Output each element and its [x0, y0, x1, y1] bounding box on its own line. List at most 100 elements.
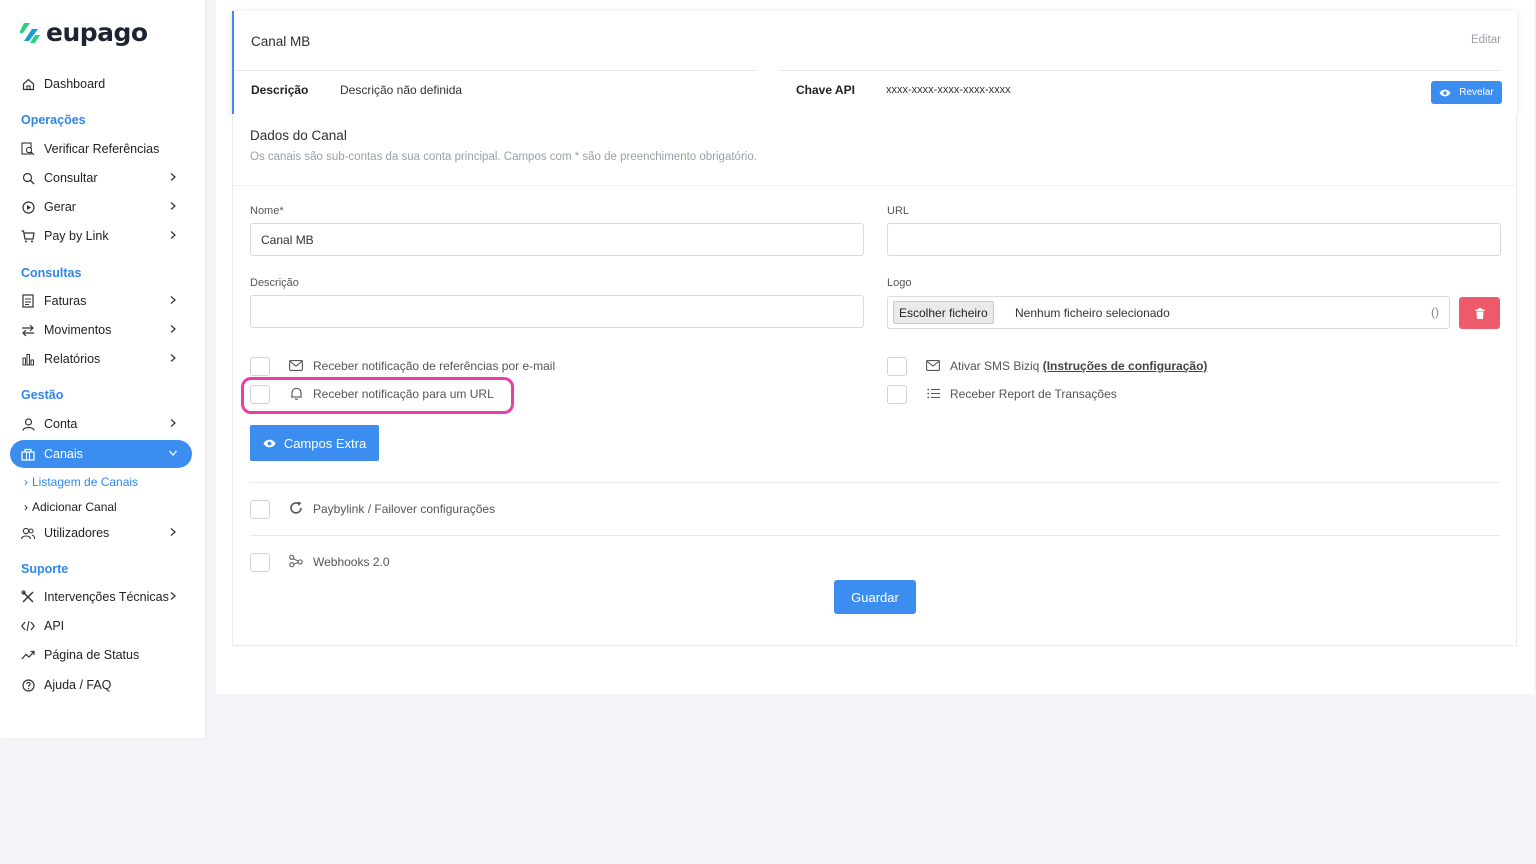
choose-file-button[interactable]: Escolher ficheiro [893, 301, 994, 324]
code-icon [21, 619, 35, 633]
webhooks-label: Webhooks 2.0 [313, 555, 390, 569]
failover-checkbox[interactable] [250, 500, 270, 519]
tools-icon [21, 590, 35, 604]
eye-icon [1439, 89, 1451, 96]
nav-consultar[interactable]: Consultar [10, 164, 192, 192]
nav-api-label: API [44, 619, 65, 633]
eupago-logo[interactable]: eupago [20, 18, 148, 47]
eye-icon [263, 439, 276, 447]
trash-icon [1475, 307, 1484, 319]
sms-biziq-text: Ativar SMS Biziq [950, 359, 1043, 373]
invoice-icon [21, 294, 35, 308]
sms-instructions-link[interactable]: (Instruções de configuração) [1043, 359, 1208, 373]
nav-intervencoes-tecnicas[interactable]: Intervenções Técnicas [10, 583, 192, 611]
storefront-icon [21, 447, 35, 461]
api-key-value: xxxx-xxxx-xxxx-xxxx-xxxx [886, 84, 1011, 96]
nav-gerar[interactable]: Gerar [10, 193, 192, 221]
section-operacoes: Operações [21, 113, 86, 127]
subnav-listagem-label: Listagem de Canais [32, 475, 139, 489]
name-input[interactable]: Canal MB [250, 223, 864, 256]
nav-relatorios[interactable]: Relatórios [10, 345, 192, 373]
nav-movimentos-label: Movimentos [44, 323, 112, 337]
nav-consultar-label: Consultar [44, 171, 98, 185]
chevron-right-icon [170, 202, 176, 210]
trending-up-icon [21, 648, 35, 662]
nav-conta[interactable]: Conta [10, 410, 192, 438]
nav-api[interactable]: API [10, 612, 192, 640]
sidebar: eupago Dashboard Operações Verificar Ref… [0, 0, 205, 738]
sms-biziq-checkbox[interactable] [887, 357, 907, 376]
eupago-logo-mark-icon [20, 22, 40, 43]
nav-intervencoes-label: Intervenções Técnicas [44, 590, 169, 604]
nav-canais[interactable]: Canais [10, 440, 192, 468]
nav-status-label: Página de Status [44, 648, 140, 662]
user-icon [21, 417, 35, 431]
save-button[interactable]: Guardar [834, 580, 916, 614]
channel-form-card: Dados do Canal Os canais são sub-contas … [232, 114, 1517, 646]
chevron-down-icon [169, 450, 177, 456]
help-circle-icon [21, 678, 35, 692]
description-field-label: Descrição [250, 277, 299, 289]
reveal-label: Revelar [1459, 87, 1494, 98]
extra-fields-label: Campos Extra [283, 435, 367, 451]
chevron-right-icon [170, 419, 176, 427]
divider [234, 70, 756, 71]
email-notification-checkbox[interactable] [250, 357, 270, 376]
name-label: Nome* [250, 205, 284, 217]
nav-faturas[interactable]: Faturas [10, 287, 192, 315]
extra-fields-button[interactable]: Campos Extra [250, 425, 379, 461]
reveal-api-key-button[interactable]: Revelar [1431, 81, 1502, 104]
nav-verificar-label: Verificar Referências [44, 142, 160, 156]
transfer-arrows-icon [21, 323, 35, 337]
subnav-listagem-canais[interactable]: › Listagem de Canais [24, 475, 138, 489]
description-label: Descrição [251, 83, 309, 97]
chevron-right-icon [170, 296, 176, 304]
nav-dashboard-label: Dashboard [44, 77, 106, 91]
highlight-annotation [241, 377, 514, 414]
form-title: Dados do Canal [250, 128, 347, 143]
search-icon [21, 171, 35, 185]
verify-search-icon [21, 142, 35, 156]
nav-utilizadores[interactable]: Utilizadores [10, 519, 192, 547]
description-input[interactable] [250, 295, 864, 328]
brand-name: eupago [46, 18, 148, 47]
divider [250, 535, 1500, 536]
home-icon [21, 77, 35, 91]
url-input[interactable] [887, 223, 1501, 256]
nav-ajuda-faq[interactable]: Ajuda / FAQ [10, 671, 192, 699]
webhooks-checkbox[interactable] [250, 553, 270, 572]
chevron-right-icon [170, 231, 176, 239]
nav-verificar-referencias[interactable]: Verificar Referências [10, 135, 192, 163]
chevron-right-icon [170, 354, 176, 362]
chevron-right-icon [170, 528, 176, 536]
mail-icon [289, 358, 303, 372]
divider [250, 482, 1500, 483]
logo-label: Logo [887, 277, 912, 289]
subnav-adicionar-canal[interactable]: › Adicionar Canal [24, 500, 117, 514]
channel-header-card: Canal MB Editar Descrição Descrição não … [232, 11, 1517, 114]
edit-link[interactable]: Editar [1471, 34, 1501, 46]
nav-pagina-status[interactable]: Página de Status [10, 641, 192, 669]
chevron-right-small-icon: › [24, 475, 28, 489]
list-icon [926, 386, 940, 400]
webhook-icon [289, 554, 303, 568]
transaction-report-checkbox[interactable] [887, 385, 907, 404]
failover-label: Paybylink / Failover configurações [313, 502, 496, 516]
play-circle-icon [21, 200, 35, 214]
divider [779, 70, 1501, 71]
file-parentheses: () [1431, 305, 1439, 319]
nav-gerar-label: Gerar [44, 200, 76, 214]
nav-movimentos[interactable]: Movimentos [10, 316, 192, 344]
sms-biziq-label: Ativar SMS Biziq (Instruções de configur… [950, 359, 1207, 373]
delete-logo-button[interactable] [1459, 297, 1500, 329]
divider [233, 185, 1516, 186]
chevron-right-icon [170, 173, 176, 181]
chevron-right-icon [170, 592, 176, 600]
chevron-right-icon [170, 325, 176, 333]
description-value: Descrição não definida [340, 83, 463, 97]
nav-pay-by-link[interactable]: Pay by Link [10, 222, 192, 250]
logo-file-input[interactable]: Escolher ficheiro Nenhum ficheiro seleci… [887, 296, 1450, 329]
nav-canais-label: Canais [44, 447, 83, 461]
nav-dashboard[interactable]: Dashboard [10, 70, 192, 98]
file-status: Nenhum ficheiro selecionado [1015, 306, 1170, 320]
